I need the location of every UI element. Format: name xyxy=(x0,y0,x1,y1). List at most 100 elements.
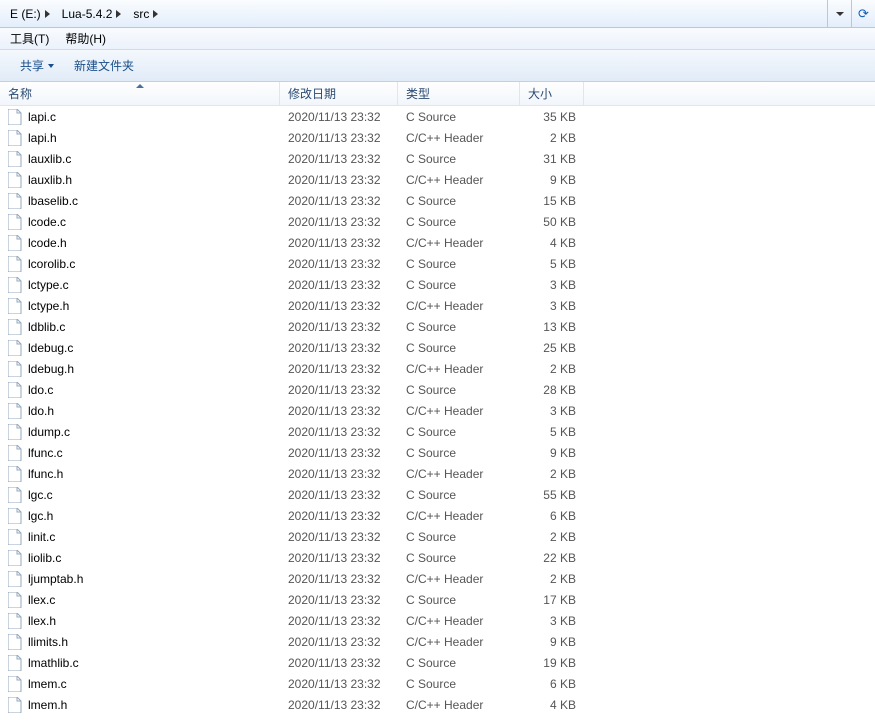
file-name: ldo.h xyxy=(28,404,54,418)
file-icon xyxy=(8,655,22,671)
file-row[interactable]: lfunc.h2020/11/13 23:32C/C++ Header2 KB xyxy=(0,463,875,484)
column-size-label: 大小 xyxy=(528,85,552,102)
file-type: C Source xyxy=(398,383,520,397)
file-size: 3 KB xyxy=(520,614,584,628)
breadcrumb-segment[interactable]: Lua-5.4.2 xyxy=(56,0,128,27)
file-row[interactable]: lfunc.c2020/11/13 23:32C Source9 KB xyxy=(0,442,875,463)
file-row[interactable]: ldump.c2020/11/13 23:32C Source5 KB xyxy=(0,421,875,442)
file-list: lapi.c2020/11/13 23:32C Source35 KBlapi.… xyxy=(0,106,875,715)
breadcrumb-label: E (E:) xyxy=(10,7,41,21)
file-row[interactable]: lgc.c2020/11/13 23:32C Source55 KB xyxy=(0,484,875,505)
file-name: ldo.c xyxy=(28,383,53,397)
address-bar[interactable]: E (E:) Lua-5.4.2src xyxy=(0,0,875,28)
breadcrumb-segment[interactable]: src xyxy=(127,0,164,27)
file-type: C Source xyxy=(398,278,520,292)
file-row[interactable]: llex.h2020/11/13 23:32C/C++ Header3 KB xyxy=(0,610,875,631)
file-size: 50 KB xyxy=(520,215,584,229)
file-row[interactable]: llex.c2020/11/13 23:32C Source17 KB xyxy=(0,589,875,610)
file-row[interactable]: lgc.h2020/11/13 23:32C/C++ Header6 KB xyxy=(0,505,875,526)
file-date: 2020/11/13 23:32 xyxy=(280,194,398,208)
share-button[interactable]: 共享 xyxy=(10,50,64,81)
file-name: lfunc.c xyxy=(28,446,63,460)
file-name: llex.c xyxy=(28,593,55,607)
file-row[interactable]: lctype.h2020/11/13 23:32C/C++ Header3 KB xyxy=(0,295,875,316)
file-date: 2020/11/13 23:32 xyxy=(280,467,398,481)
file-type: C/C++ Header xyxy=(398,635,520,649)
file-name: linit.c xyxy=(28,530,55,544)
file-icon xyxy=(8,214,22,230)
file-type: C Source xyxy=(398,110,520,124)
file-name: lgc.h xyxy=(28,509,53,523)
file-size: 55 KB xyxy=(520,488,584,502)
history-dropdown-button[interactable] xyxy=(827,0,851,27)
file-type: C/C++ Header xyxy=(398,698,520,712)
breadcrumb[interactable]: E (E:) Lua-5.4.2src xyxy=(4,0,164,27)
file-date: 2020/11/13 23:32 xyxy=(280,362,398,376)
file-row[interactable]: ldebug.c2020/11/13 23:32C Source25 KB xyxy=(0,337,875,358)
file-icon xyxy=(8,130,22,146)
file-row[interactable]: lapi.c2020/11/13 23:32C Source35 KB xyxy=(0,106,875,127)
file-size: 6 KB xyxy=(520,677,584,691)
file-icon xyxy=(8,445,22,461)
file-icon xyxy=(8,319,22,335)
file-row[interactable]: ldo.h2020/11/13 23:32C/C++ Header3 KB xyxy=(0,400,875,421)
file-row[interactable]: lctype.c2020/11/13 23:32C Source3 KB xyxy=(0,274,875,295)
file-date: 2020/11/13 23:32 xyxy=(280,635,398,649)
file-date: 2020/11/13 23:32 xyxy=(280,152,398,166)
file-name: ldump.c xyxy=(28,425,70,439)
file-row[interactable]: ldblib.c2020/11/13 23:32C Source13 KB xyxy=(0,316,875,337)
file-name: lapi.c xyxy=(28,110,56,124)
file-row[interactable]: lauxlib.h2020/11/13 23:32C/C++ Header9 K… xyxy=(0,169,875,190)
file-row[interactable]: llimits.h2020/11/13 23:32C/C++ Header9 K… xyxy=(0,631,875,652)
file-type: C Source xyxy=(398,446,520,460)
file-icon xyxy=(8,277,22,293)
file-name: lmem.h xyxy=(28,698,67,712)
file-icon xyxy=(8,613,22,629)
file-size: 15 KB xyxy=(520,194,584,208)
file-row[interactable]: ldo.c2020/11/13 23:32C Source28 KB xyxy=(0,379,875,400)
file-row[interactable]: lbaselib.c2020/11/13 23:32C Source15 KB xyxy=(0,190,875,211)
menu-tools[interactable]: 工具(T) xyxy=(2,28,57,49)
file-name: ldblib.c xyxy=(28,320,65,334)
file-size: 22 KB xyxy=(520,551,584,565)
column-header-size[interactable]: 大小 xyxy=(520,82,584,105)
file-icon xyxy=(8,487,22,503)
file-size: 2 KB xyxy=(520,530,584,544)
file-type: C/C++ Header xyxy=(398,572,520,586)
file-type: C Source xyxy=(398,488,520,502)
file-row[interactable]: linit.c2020/11/13 23:32C Source2 KB xyxy=(0,526,875,547)
column-header-name[interactable]: 名称 xyxy=(0,82,280,105)
file-name: ldebug.c xyxy=(28,341,73,355)
file-row[interactable]: lcode.c2020/11/13 23:32C Source50 KB xyxy=(0,211,875,232)
breadcrumb-segment[interactable]: E (E:) xyxy=(4,0,56,27)
file-row[interactable]: lauxlib.c2020/11/13 23:32C Source31 KB xyxy=(0,148,875,169)
chevron-right-icon xyxy=(45,10,50,18)
file-row[interactable]: lmem.c2020/11/13 23:32C Source6 KB xyxy=(0,673,875,694)
refresh-button[interactable] xyxy=(851,0,875,27)
file-icon xyxy=(8,592,22,608)
file-row[interactable]: lcode.h2020/11/13 23:32C/C++ Header4 KB xyxy=(0,232,875,253)
file-row[interactable]: ldebug.h2020/11/13 23:32C/C++ Header2 KB xyxy=(0,358,875,379)
file-row[interactable]: ljumptab.h2020/11/13 23:32C/C++ Header2 … xyxy=(0,568,875,589)
menu-help[interactable]: 帮助(H) xyxy=(57,28,114,49)
file-type: C Source xyxy=(398,152,520,166)
file-size: 25 KB xyxy=(520,341,584,355)
file-row[interactable]: liolib.c2020/11/13 23:32C Source22 KB xyxy=(0,547,875,568)
column-header-type[interactable]: 类型 xyxy=(398,82,520,105)
file-name: liolib.c xyxy=(28,551,61,565)
file-row[interactable]: lcorolib.c2020/11/13 23:32C Source5 KB xyxy=(0,253,875,274)
file-name: lauxlib.h xyxy=(28,173,72,187)
file-icon xyxy=(8,466,22,482)
file-date: 2020/11/13 23:32 xyxy=(280,320,398,334)
file-icon xyxy=(8,382,22,398)
file-row[interactable]: lmem.h2020/11/13 23:32C/C++ Header4 KB xyxy=(0,694,875,715)
file-size: 4 KB xyxy=(520,698,584,712)
file-row[interactable]: lmathlib.c2020/11/13 23:32C Source19 KB xyxy=(0,652,875,673)
file-name: lcode.h xyxy=(28,236,67,250)
column-header-date[interactable]: 修改日期 xyxy=(280,82,398,105)
file-icon xyxy=(8,403,22,419)
file-date: 2020/11/13 23:32 xyxy=(280,530,398,544)
new-folder-button[interactable]: 新建文件夹 xyxy=(64,50,144,81)
file-size: 2 KB xyxy=(520,467,584,481)
file-row[interactable]: lapi.h2020/11/13 23:32C/C++ Header2 KB xyxy=(0,127,875,148)
